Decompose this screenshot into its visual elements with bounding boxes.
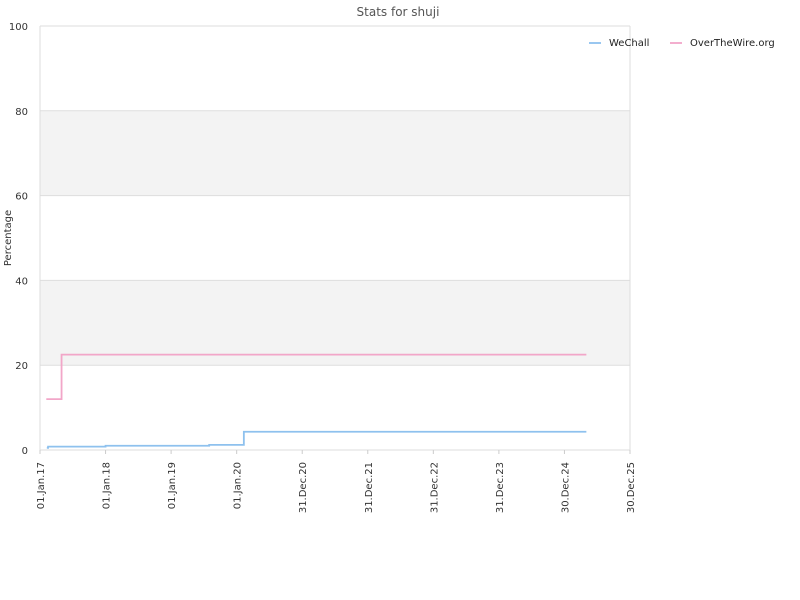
legend: WeChall OverTheWire.org xyxy=(589,38,775,49)
y-tick-label: 80 xyxy=(15,107,28,118)
y-axis-label: Percentage xyxy=(3,210,14,266)
x-tick-label: 30.Dec.25 xyxy=(626,462,637,513)
plot-bands xyxy=(40,110,630,366)
chart-title: Stats for shuji xyxy=(357,5,440,19)
x-tick-label: 01.Jan.19 xyxy=(167,462,178,509)
grid-lines xyxy=(40,25,630,451)
series-lines xyxy=(46,353,587,449)
x-tick-label: 31.Dec.22 xyxy=(429,462,440,513)
x-tick-label: 01.Jan.18 xyxy=(102,462,113,509)
x-tick-label: 01.Jan.20 xyxy=(233,462,244,509)
plot-band xyxy=(40,110,630,196)
y-tick-label: 40 xyxy=(15,276,28,287)
legend-label: WeChall xyxy=(609,38,649,49)
legend-label: OverTheWire.org xyxy=(690,38,775,49)
y-tick-label: 0 xyxy=(22,446,28,457)
plot-band xyxy=(40,280,630,366)
series-line xyxy=(46,430,587,449)
x-tick-label: 31.Dec.21 xyxy=(364,462,375,513)
chart: 0 20 40 60 80 100 01.Jan.17 01.Jan.18 01.Jan.19… xyxy=(3,5,775,513)
x-tick-label: 31.Dec.20 xyxy=(298,462,309,513)
x-tick-label: 30.Dec.24 xyxy=(560,462,571,513)
y-tick-label: 20 xyxy=(15,361,28,372)
x-tick-label: 01.Jan.17 xyxy=(36,462,47,509)
x-axis-ticks: 01.Jan.17 01.Jan.18 01.Jan.19 01.Jan.20 31.D… xyxy=(36,450,637,513)
y-tick-label: 60 xyxy=(15,192,28,203)
y-tick-label: 100 xyxy=(9,22,28,33)
x-tick-label: 31.Dec.23 xyxy=(495,462,506,513)
